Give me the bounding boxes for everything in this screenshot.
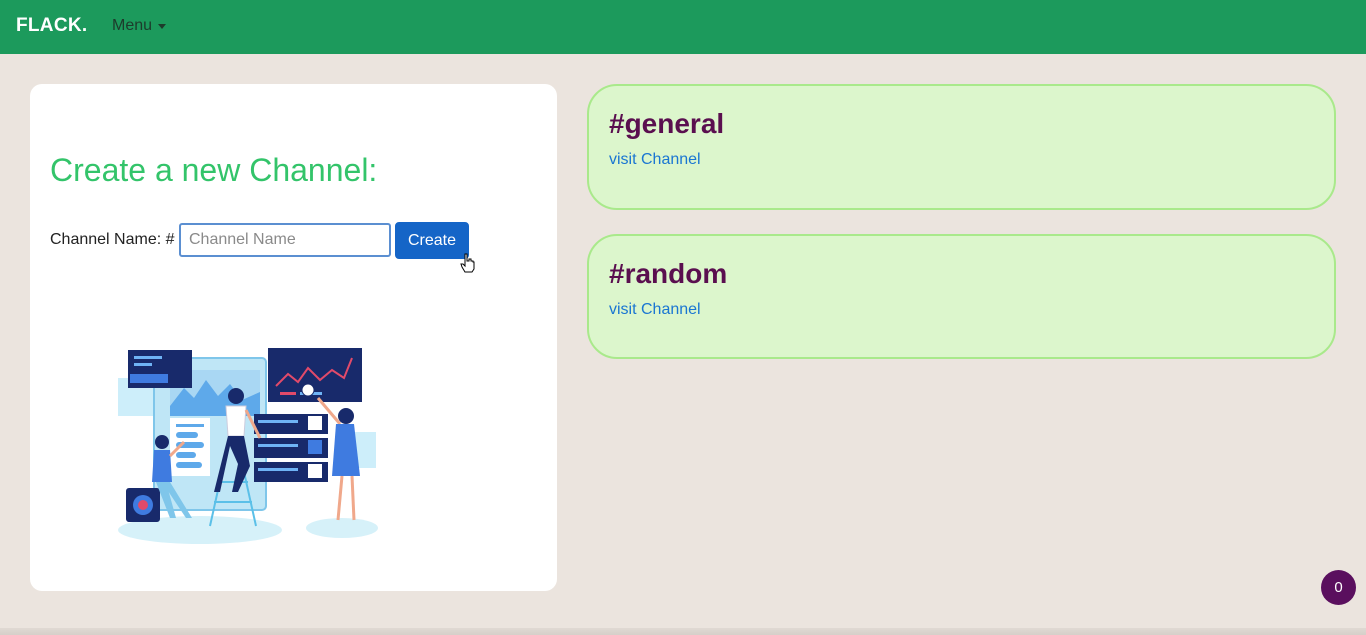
- visit-channel-link[interactable]: visit Channel: [609, 301, 701, 319]
- channel-name-input[interactable]: [179, 223, 391, 257]
- channel-name-label: Channel Name: #: [50, 231, 175, 248]
- caret-down-icon: [158, 24, 167, 29]
- top-navbar: FLACK. Menu: [0, 0, 1366, 54]
- menu-label: Menu: [112, 17, 153, 34]
- create-channel-panel: Create a new Channel: Channel Name: # Cr…: [30, 84, 557, 591]
- create-channel-title: Create a new Channel:: [50, 152, 378, 188]
- channel-card-general: #general visit Channel: [587, 84, 1336, 210]
- channel-name: #random: [609, 258, 728, 289]
- create-button[interactable]: Create: [395, 222, 469, 259]
- hand-pointer-icon: [460, 253, 475, 273]
- bottom-divider: [0, 628, 1366, 635]
- team-dashboard-illustration: [50, 306, 446, 570]
- notification-count-badge[interactable]: 0: [1321, 570, 1356, 605]
- channel-name: #general: [609, 108, 725, 139]
- brand-logo[interactable]: FLACK.: [16, 15, 87, 37]
- visit-channel-link[interactable]: visit Channel: [609, 151, 701, 169]
- channel-card-random: #random visit Channel: [587, 234, 1336, 359]
- menu-dropdown-toggle[interactable]: Menu: [112, 17, 167, 35]
